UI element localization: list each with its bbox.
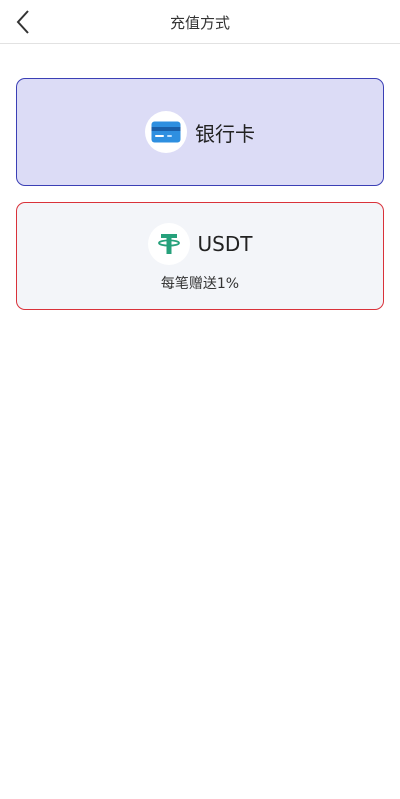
chevron-left-icon	[16, 10, 29, 34]
usdt-label: USDT	[197, 232, 253, 256]
usdt-bonus-text: 每笔赠送1%	[160, 276, 240, 292]
top-nav-bar: 充值方式	[0, 0, 400, 44]
bank-card-option[interactable]: 银行卡	[16, 78, 384, 186]
page-title: 充值方式	[169, 14, 230, 32]
usdt-option[interactable]: USDT 每笔赠送1%	[16, 202, 384, 310]
recharge-method-page: 充值方式 银行卡 USDT 每笔赠送1%	[0, 0, 400, 799]
tether-icon-wrapper	[147, 223, 190, 265]
bank-card-label: 银行卡	[195, 121, 255, 146]
bank-card-icon	[151, 121, 181, 143]
bank-card-icon-wrapper	[145, 111, 187, 153]
tether-icon	[157, 234, 180, 254]
back-button[interactable]	[6, 4, 42, 40]
